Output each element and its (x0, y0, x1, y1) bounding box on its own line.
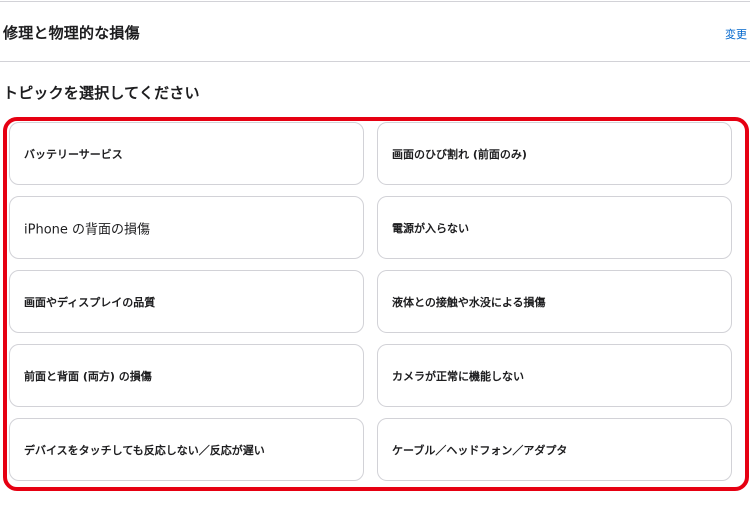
topic-label: 液体との接触や水没による損傷 (392, 295, 546, 309)
topic-label: ケーブル／ヘッドフォン／アダプタ (392, 443, 568, 457)
topic-label: 画面のひび割れ (前面のみ) (392, 147, 527, 161)
topic-label: iPhone の背面の損傷 (24, 222, 151, 237)
topic-card-touch-unresponsive[interactable]: デバイスをタッチしても反応しない／反応が遅い (9, 418, 364, 481)
topic-label: バッテリーサービス (24, 147, 123, 161)
topic-card-no-power[interactable]: 電源が入らない (377, 196, 732, 259)
topic-card-cable-headphone-adapter[interactable]: ケーブル／ヘッドフォン／アダプタ (377, 418, 732, 481)
topic-card-back-damage[interactable]: iPhone の背面の損傷 (9, 196, 364, 259)
topic-card-cracked-screen[interactable]: 画面のひび割れ (前面のみ) (377, 122, 732, 185)
topic-card-camera-issue[interactable]: カメラが正常に機能しない (377, 344, 732, 407)
topic-card-display-quality[interactable]: 画面やディスプレイの品質 (9, 270, 364, 333)
topic-label: デバイスをタッチしても反応しない／反応が遅い (24, 443, 265, 457)
change-link[interactable]: 変更 (725, 26, 747, 42)
topic-card-front-and-back-damage[interactable]: 前面と背面 (両方) の損傷 (9, 344, 364, 407)
topic-label: 画面やディスプレイの品質 (24, 295, 156, 309)
topic-card-battery-service[interactable]: バッテリーサービス (9, 122, 364, 185)
topic-label: 電源が入らない (392, 221, 469, 235)
topic-prompt-heading: トピックを選択してください (3, 84, 200, 102)
header-divider (0, 61, 750, 62)
topic-label: カメラが正常に機能しない (392, 369, 524, 383)
topic-label: 前面と背面 (両方) の損傷 (24, 369, 152, 383)
topic-card-liquid-damage[interactable]: 液体との接触や水没による損傷 (377, 270, 732, 333)
section-header: 修理と物理的な損傷 変更 (0, 2, 750, 60)
section-title: 修理と物理的な損傷 (3, 24, 140, 42)
